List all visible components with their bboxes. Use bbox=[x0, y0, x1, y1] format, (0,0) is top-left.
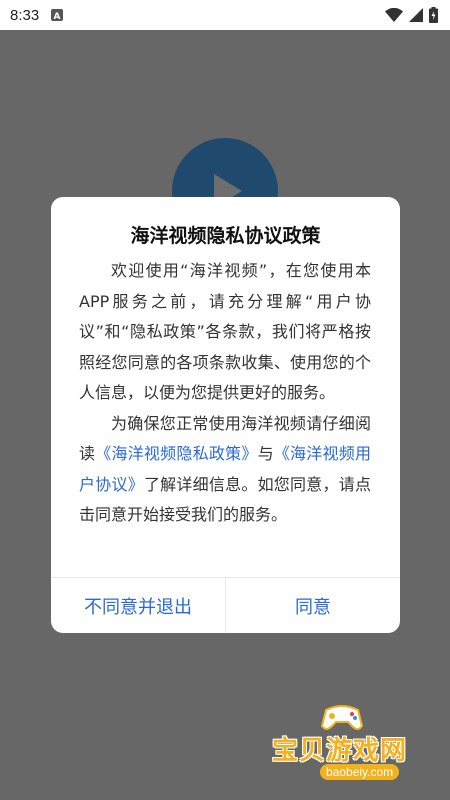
paragraph-text: 与 bbox=[257, 444, 274, 463]
privacy-policy-dialog: 海洋视频隐私协议政策 欢迎使用“海洋视频”，在您使用本APP服务之前，请充分理解… bbox=[51, 197, 400, 633]
dialog-title: 海洋视频隐私协议政策 bbox=[130, 225, 321, 247]
dialog-body: 欢迎使用“海洋视频”，在您使用本APP服务之前，请充分理解“用户协议”和“隐私政… bbox=[79, 256, 371, 531]
dialog-button-row: 不同意并退出 同意 bbox=[51, 578, 400, 633]
privacy-policy-link[interactable]: 《海洋视频隐私政策》 bbox=[95, 444, 257, 463]
svg-text:A: A bbox=[54, 12, 61, 21]
watermark-url: baobeiy.com bbox=[320, 764, 400, 780]
decline-and-exit-button[interactable]: 不同意并退出 bbox=[51, 578, 225, 633]
a-square-icon: A bbox=[51, 9, 64, 21]
signal-icon bbox=[409, 8, 423, 22]
watermark: 宝贝游戏网 baobeiy.com bbox=[268, 700, 428, 790]
game-controller-icon bbox=[318, 700, 366, 734]
battery-charging-icon bbox=[429, 7, 438, 23]
status-bar: 8:33 A bbox=[0, 0, 450, 30]
dialog-paragraph: 欢迎使用“海洋视频”，在您使用本APP服务之前，请充分理解“用户协议”和“隐私政… bbox=[79, 261, 371, 402]
status-icons bbox=[385, 7, 438, 23]
wifi-icon bbox=[385, 8, 403, 22]
status-time: 8:33 bbox=[10, 6, 40, 24]
dialog-paragraph: 为确保您正常使用海洋视频请仔细阅读《海洋视频隐私政策》与《海洋视频用户协议》了解… bbox=[79, 409, 371, 531]
watermark-text: 宝贝游戏网 bbox=[272, 736, 408, 766]
agree-button[interactable]: 同意 bbox=[226, 578, 400, 633]
